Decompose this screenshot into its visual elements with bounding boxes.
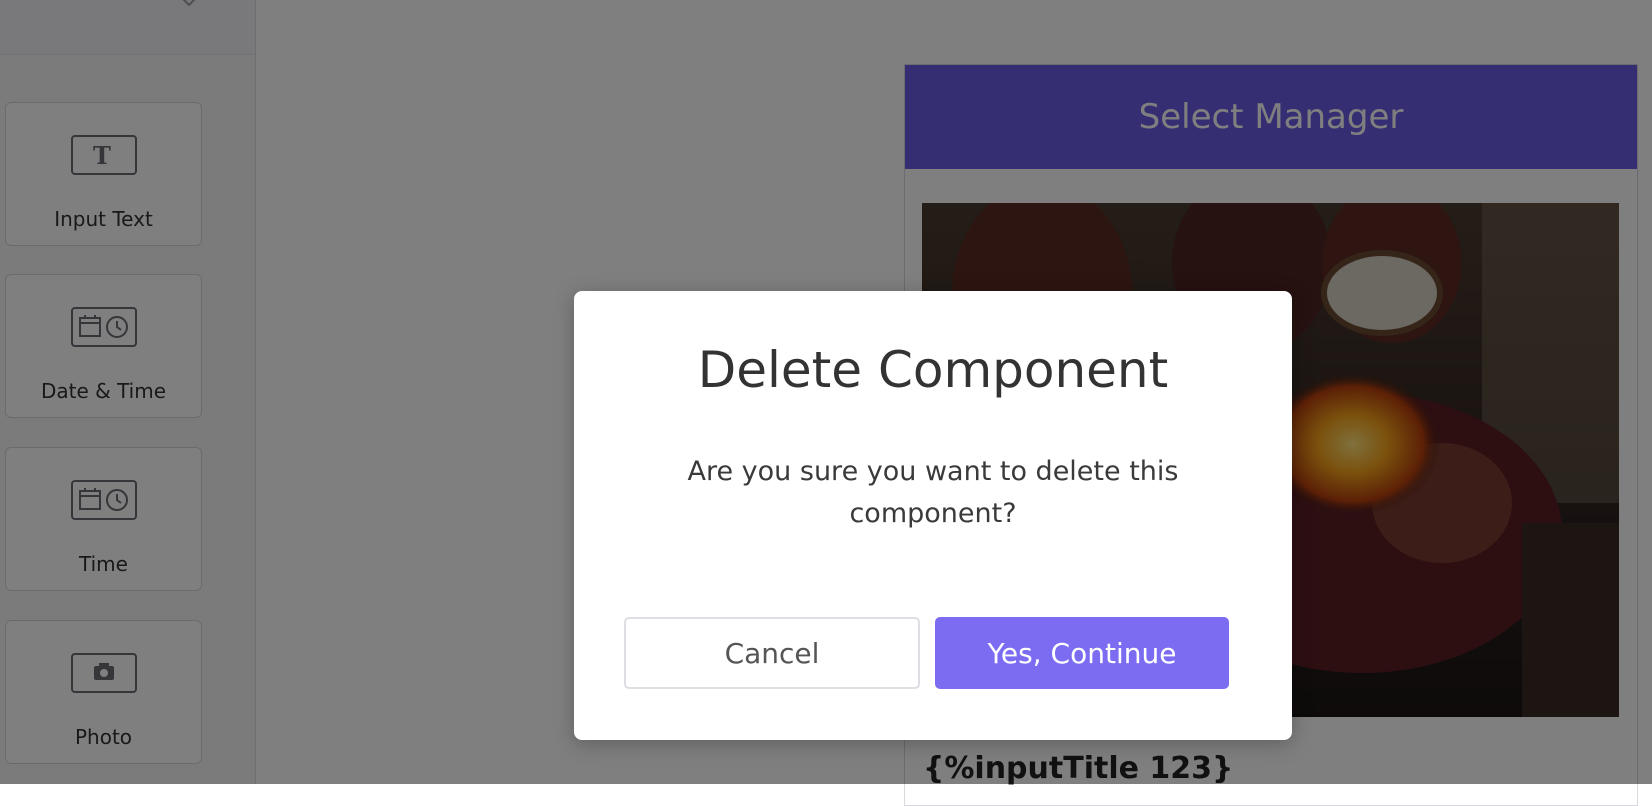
dialog-title: Delete Component (697, 341, 1169, 399)
delete-component-dialog: Delete Component Are you sure you want t… (574, 291, 1292, 740)
cancel-button[interactable]: Cancel (624, 617, 920, 689)
dialog-message: Are you sure you want to delete this com… (687, 456, 1179, 529)
continue-button[interactable]: Yes, Continue (935, 617, 1229, 689)
